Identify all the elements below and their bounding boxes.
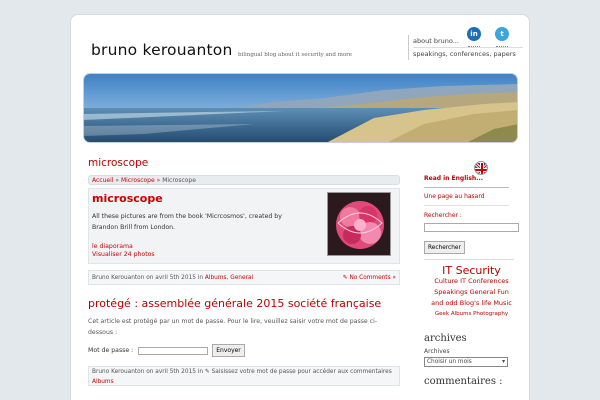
category-link[interactable]: General [230,275,253,281]
tag-line[interactable]: Culture IT Conferences [424,276,519,287]
album-title[interactable]: microscope [92,192,163,205]
nav-speakings[interactable]: speakings, conferences, papers [413,48,523,60]
album-description: All these pictures are from the book 'Mi… [92,213,282,231]
post-meta-text: Bruno Kerouanton on avril 5th 2015 in [92,275,205,281]
tag-cloud: IT Security Culture IT Conferences Speak… [424,265,519,320]
post-title[interactable]: protégé : assemblée générale 2015 sociét… [88,297,400,310]
chevron-down-icon: ▾ [502,359,505,365]
uk-flag-icon[interactable] [474,161,488,175]
twitter-icon[interactable]: t [495,27,509,47]
comments-notice: Saisissez votre mot de passe pour accéde… [211,369,392,375]
sidebar-divider [424,259,514,260]
breadcrumb: Accueil » Microscope » Microscope [88,175,400,185]
tag-line[interactable]: Speakings General Fun [424,287,519,298]
site-title[interactable]: bruno kerouanton [91,41,232,59]
comments-heading: commentaires : [424,376,503,387]
breadcrumb-separator: » [113,177,121,184]
post-meta: Bruno Kerouanton on avril 5th 2015 in Al… [88,270,400,285]
password-form: Mot de passe : Envoyer [88,344,400,357]
linkedin-icon[interactable]: in [467,27,481,47]
category-link[interactable]: Albums [92,379,114,385]
breadcrumb-parent[interactable]: Microscope [121,177,155,184]
category-link[interactable]: Albums [205,275,227,281]
main-content: microscope Accueil » Microscope » Micros… [88,157,400,386]
sidebar-divider [424,187,509,188]
post-meta: Bruno Kerouanton on avril 5th 2015 in ✎ … [88,366,400,386]
comment-icon: ✎ [204,369,212,375]
search-input[interactable] [424,223,519,232]
archives-select-value: Choisir un mois [427,359,472,365]
archives-heading: archives [424,333,467,344]
password-input[interactable] [138,346,209,355]
comments-link-label: No Comments » [349,275,396,281]
tag-it-security[interactable]: IT Security [424,265,519,276]
password-submit-button[interactable]: Envoyer [212,344,245,357]
page-container: bruno kerouanton bilingual blog about it… [70,14,530,400]
post-meta-text: Bruno Kerouanton on avril 5th 2015 in [92,369,205,375]
archives-select[interactable]: Choisir un mois ▾ [424,357,508,367]
album-links: le diaporama Visualiser 24 photos [92,243,155,259]
section-title: microscope [88,157,149,169]
tag-line[interactable]: and odd Blog's life Music [424,298,519,309]
search-button[interactable]: Rechercher [424,241,465,254]
archives-label: Archives [424,348,450,355]
sidebar-divider [424,205,509,206]
protected-notice: Cet article est protégé par un mot de pa… [88,318,378,336]
tag-line[interactable]: Geek Albums Photography [424,309,519,320]
password-label: Mot de passe : [88,347,134,354]
read-in-english-link[interactable]: Read in English... [424,175,483,182]
comments-link[interactable]: ✎ No Comments » [343,271,396,286]
slideshow-link[interactable]: le diaporama [92,243,155,251]
breadcrumb-home[interactable]: Accueil [92,177,113,184]
breadcrumb-current: Microscope [162,177,196,184]
header-banner-image [83,73,518,143]
album-thumbnail[interactable] [327,192,391,256]
random-page-link[interactable]: Une page au hasard [424,193,485,200]
view-photos-link[interactable]: Visualiser 24 photos [92,251,155,259]
album-card: microscope All these pictures are from t… [88,188,400,264]
search-label: Rechercher : [424,212,462,219]
site-tagline: bilingual blog about it security and mor… [238,52,353,58]
